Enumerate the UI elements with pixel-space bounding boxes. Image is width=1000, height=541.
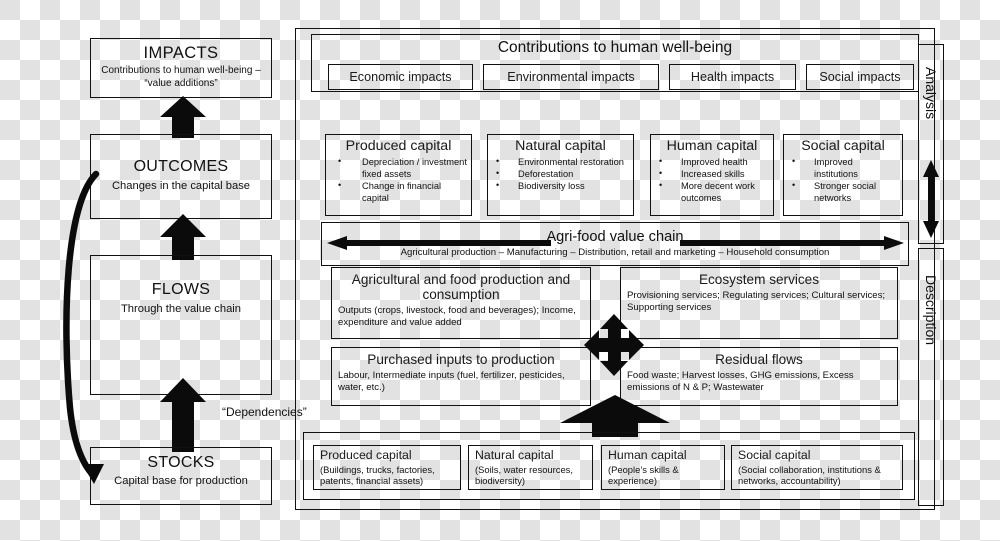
- list-item: Change in financial capital: [332, 180, 467, 205]
- capital-outcome-natural: Natural capital Environmental restoratio…: [487, 134, 634, 216]
- capital-stock-subtitle: (Buildings, trucks, factories, patents, …: [320, 463, 435, 487]
- purchased-inputs-title: Purchased inputs to production: [367, 352, 555, 367]
- capital-stock-title: Produced capital: [320, 448, 412, 462]
- list-item: Improved health: [657, 156, 769, 169]
- impacts-subtitle: Contributions to human well-being – “val…: [101, 65, 261, 89]
- arrow-outcomes-to-impacts: [160, 96, 206, 138]
- agri-food-title: Agricultural and food production and con…: [351, 272, 571, 303]
- ecosystem-services-box: Ecosystem services Provisioning services…: [620, 267, 898, 339]
- ecosystem-title: Ecosystem services: [698, 272, 820, 287]
- ecosystem-subtitle: Provisioning services; Regulating servic…: [627, 290, 886, 314]
- value-chain-right-arrow-icon: [680, 236, 904, 250]
- contributions-title: Contributions to human well-being: [497, 39, 733, 56]
- purchased-inputs-subtitle: Labour, Intermediate inputs (fuel, ferti…: [338, 370, 565, 394]
- impact-chip-social: Social impacts: [806, 64, 914, 90]
- impacts-row: Economic impacts Environmental impacts H…: [311, 64, 919, 90]
- description-axis-box: Description: [918, 248, 944, 506]
- purchased-inputs-box: Purchased inputs to production Labour, I…: [331, 347, 591, 406]
- list-item: Depreciation / investment fixed assets: [332, 156, 467, 181]
- arrow-stocks-to-flows-right: [560, 395, 670, 437]
- impact-chip-economic: Economic impacts: [328, 64, 473, 90]
- analysis-axis-label: Analysis: [923, 67, 939, 120]
- list-item: Biodiversity loss: [494, 180, 629, 193]
- residual-flows-title: Residual flows: [715, 352, 803, 367]
- impact-chip-health: Health impacts: [669, 64, 796, 90]
- arrow-flows-to-outcomes: [160, 214, 206, 260]
- capital-outcome-title: Human capital: [666, 138, 758, 154]
- list-item: Improved institutions: [790, 156, 898, 181]
- capital-stock-social: Social capital (Social collaboration, in…: [731, 445, 903, 490]
- capital-stock-natural: Natural capital (Soils, water resources,…: [468, 445, 593, 490]
- capital-outcome-list: Environmental restoration Deforestation …: [488, 156, 633, 193]
- capital-stock-title: Human capital: [608, 448, 687, 462]
- capital-outcome-list: Improved health Increased skills More de…: [651, 156, 773, 205]
- capital-outcome-title: Natural capital: [515, 138, 606, 154]
- dependencies-label: “Dependencies”: [222, 405, 307, 419]
- list-item: Environmental restoration: [494, 156, 629, 169]
- capital-stock-produced: Produced capital (Buildings, trucks, fac…: [313, 445, 461, 490]
- capital-outcome-title: Produced capital: [345, 138, 452, 154]
- residual-flows-subtitle: Food waste; Harvest losses, GHG emission…: [627, 370, 854, 394]
- list-item: More decent work outcomes: [657, 180, 769, 205]
- capital-outcome-title: Social capital: [801, 138, 885, 154]
- capital-stock-subtitle: (People’s skills & experience): [608, 463, 679, 487]
- list-item: Deforestation: [494, 168, 629, 181]
- capital-stock-human: Human capital (People’s skills & experie…: [601, 445, 725, 490]
- capital-outcome-social: Social capital Improved institutions Str…: [783, 134, 903, 216]
- capital-stock-subtitle: (Soils, water resources, biodiversity): [475, 463, 573, 487]
- agri-food-production-box: Agricultural and food production and con…: [331, 267, 591, 339]
- capital-stock-title: Natural capital: [475, 448, 554, 462]
- impacts-box: IMPACTS Contributions to human well-bein…: [90, 38, 272, 98]
- impacts-title: IMPACTS: [143, 44, 219, 62]
- agri-food-subtitle: Outputs (crops, livestock, food and beve…: [338, 305, 576, 329]
- impact-chip-environmental: Environmental impacts: [483, 64, 659, 90]
- description-axis-label: Description: [923, 275, 939, 346]
- dependencies-curved-arrow: [60, 168, 120, 488]
- analysis-double-arrow-icon: [923, 160, 939, 238]
- value-chain-left-arrow-icon: [327, 236, 551, 250]
- list-item: Stronger social networks: [790, 180, 898, 205]
- capital-stock-subtitle: (Social collaboration, institutions & ne…: [738, 463, 881, 487]
- diagram-canvas: IMPACTS Contributions to human well-bein…: [0, 0, 1000, 541]
- capital-outcome-human: Human capital Improved health Increased …: [650, 134, 774, 216]
- capital-stock-title: Social capital: [738, 448, 811, 462]
- arrow-stocks-to-flows: [160, 378, 206, 452]
- capital-outcome-produced: Produced capital Depreciation / investme…: [325, 134, 472, 216]
- four-way-arrow-icon: [584, 314, 644, 376]
- capital-outcome-list: Improved institutions Stronger social ne…: [784, 156, 902, 205]
- list-item: Increased skills: [657, 168, 769, 181]
- capital-outcome-list: Depreciation / investment fixed assets C…: [326, 156, 471, 205]
